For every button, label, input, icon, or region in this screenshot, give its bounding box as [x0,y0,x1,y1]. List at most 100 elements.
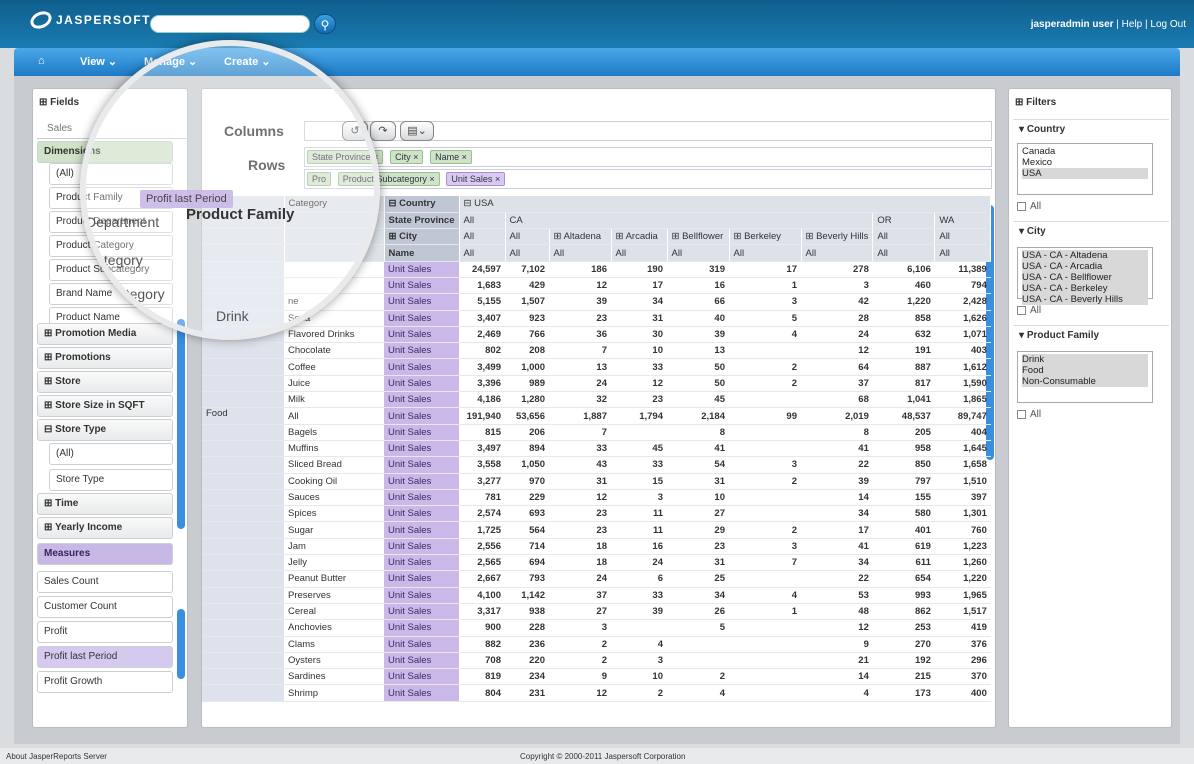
row-product-cell[interactable]: Cereal [284,603,384,621]
filter-country-all[interactable]: All [1017,201,1041,212]
grid-city-header[interactable]: ⊞ Beverly Hills [801,228,874,246]
dimension-store-type[interactable]: ⊟ Store Type [37,419,173,441]
dimension-time[interactable]: ⊞ Time [37,493,173,515]
filter-country-header[interactable]: ▾ Country [1013,119,1169,139]
row-chip-unit-sales[interactable]: Unit Sales × [446,172,506,186]
grid-city-header[interactable]: ⊞ Bellflower [667,228,730,246]
grid-city-header[interactable]: All [934,228,992,246]
grid-city-header[interactable]: All [505,228,550,246]
swap-axes-button[interactable]: ↷ [370,121,396,141]
row-product-cell[interactable]: Preserves [284,587,384,604]
grid-city-header[interactable]: All [872,228,936,246]
row-product-cell[interactable]: All [284,407,384,425]
dimensions-scrollbar[interactable] [177,319,185,529]
filter-family-all[interactable]: All [1017,409,1041,420]
family-option-non-consumable[interactable]: Non-Consumable [1022,376,1148,387]
filter-country-list[interactable]: Canada Mexico USA [1017,143,1153,195]
row-product-cell[interactable]: Shrimp [284,684,384,702]
dimension-product-department[interactable]: Product Department [49,211,173,233]
row-product-cell[interactable]: Peanut Butter [284,570,384,588]
nav-manage[interactable]: Manage ⌄ [144,55,197,68]
country-option-usa[interactable]: USA [1022,168,1148,179]
measure-profit-growth[interactable]: Profit Growth [37,671,173,693]
grid-city-header[interactable]: ⊞ Arcadia [611,228,668,246]
row-product-cell[interactable]: Muffins [284,440,384,458]
dimension-store[interactable]: ⊞ Store [37,371,173,393]
grid-city-header[interactable]: All [459,228,506,246]
grid-country-usa[interactable]: ⊟ USA [459,196,992,213]
measures-header[interactable]: Measures [37,543,173,565]
row-product-cell[interactable]: Juice [284,375,384,393]
jaspersoft-logo[interactable]: JASPERSOFT [27,8,151,32]
dimension-all[interactable]: (All) [49,163,173,185]
help-link[interactable]: Help [1122,19,1143,30]
nav-create[interactable]: Create ⌄ [224,55,271,68]
search-input[interactable] [150,15,310,33]
row-product-cell[interactable] [284,277,384,295]
row-product-cell[interactable]: Jam [284,538,384,556]
city-option-beverly-hills[interactable]: USA - CA - Beverly Hills [1022,294,1148,305]
dimension-brand-name[interactable]: Brand Name [49,283,173,305]
filter-city-list[interactable]: USA - CA - Altadena USA - CA - Arcadia U… [1017,247,1153,305]
measure-profit-last-period[interactable]: Profit last Period [37,646,173,668]
row-product-cell[interactable]: Anchovies [284,619,384,637]
measure-customer-count[interactable]: Customer Count [37,596,173,618]
grid-city-header[interactable]: ⊞ Altadena [549,228,612,246]
row-product-cell[interactable]: Sugar [284,521,384,539]
country-option-mexico[interactable]: Mexico [1022,157,1148,168]
store-type-all[interactable]: (All) [49,443,173,465]
rows-drop-zone-1[interactable]: State Province × City × Name × [304,147,992,167]
dimension-promotions[interactable]: ⊞ Promotions [37,347,173,369]
undo-button[interactable]: ↺ [342,121,368,141]
measure-profit[interactable]: Profit [37,621,173,643]
family-option-food[interactable]: Food [1022,365,1148,376]
rows-drop-zone-2[interactable]: Pro Product Subcategory × Unit Sales × [304,169,992,189]
row-product-cell[interactable]: Sardines [284,668,384,686]
options-button[interactable]: ▤⌄ [400,121,434,141]
row-product-cell[interactable]: Milk [284,391,384,409]
filter-city-all[interactable]: All [1017,305,1041,316]
row-product-cell[interactable]: Bagels [284,424,384,441]
search-button[interactable]: ⚲ [314,14,336,34]
row-product-cell[interactable] [284,261,384,278]
city-option-bellflower[interactable]: USA - CA - Bellflower [1022,272,1148,283]
country-option-canada[interactable]: Canada [1022,146,1148,157]
row-product-cell[interactable]: Chocolate [284,342,384,360]
city-option-arcadia[interactable]: USA - CA - Arcadia [1022,261,1148,272]
grid-state-wa[interactable]: WA [934,212,992,230]
family-option-drink[interactable]: Drink [1022,354,1148,365]
row-product-cell[interactable]: ne [284,293,384,311]
row-product-cell[interactable]: Clams [284,636,384,653]
row-product-cell[interactable]: Soda [284,310,384,327]
dimension-yearly-income[interactable]: ⊞ Yearly Income [37,517,173,539]
measures-scrollbar[interactable] [177,609,185,679]
city-option-altadena[interactable]: USA - CA - Altadena [1022,250,1148,261]
row-product-cell[interactable]: Flavored Drinks [284,326,384,344]
city-option-berkeley[interactable]: USA - CA - Berkeley [1022,283,1148,294]
footer-about[interactable]: About JasperReports Server [6,752,107,761]
dimension-product-subcategory[interactable]: Product Subcategory [49,259,173,281]
dimension-store-size[interactable]: ⊞ Store Size in SQFT [37,395,173,417]
home-icon[interactable]: ⌂ [38,55,45,67]
store-type-child[interactable]: Store Type [49,469,173,491]
row-product-cell[interactable]: Coffee [284,358,384,376]
dimension-product-category[interactable]: Product Category [49,235,173,257]
grid-city-label[interactable]: ⊞ City [384,228,460,246]
row-chip-pro[interactable]: Pro [307,172,332,186]
dimensions-header[interactable]: Dimensions [37,141,173,163]
row-product-cell[interactable]: Cooking Oil [284,473,384,490]
grid-city-header[interactable]: ⊞ Berkeley [729,228,802,246]
sales-tab[interactable]: Sales [37,119,187,139]
row-chip-product-subcategory[interactable]: Product Subcategory × [337,172,440,186]
row-product-cell[interactable]: Oysters [284,652,384,670]
grid-country-label[interactable]: ⊟ Country [384,196,460,213]
row-chip-state-province[interactable]: State Province × [307,150,384,164]
filter-family-list[interactable]: Drink Food Non-Consumable [1017,351,1153,403]
filter-city-header[interactable]: ▾ City [1013,221,1169,241]
row-product-cell[interactable]: Sauces [284,489,384,507]
row-product-cell[interactable]: Jelly [284,554,384,572]
row-chip-name[interactable]: Name × [430,150,472,164]
dimension-promotion-media[interactable]: ⊞ Promotion Media [37,323,173,345]
row-product-cell[interactable]: Sliced Bread [284,456,384,474]
row-chip-city[interactable]: City × [390,150,424,164]
